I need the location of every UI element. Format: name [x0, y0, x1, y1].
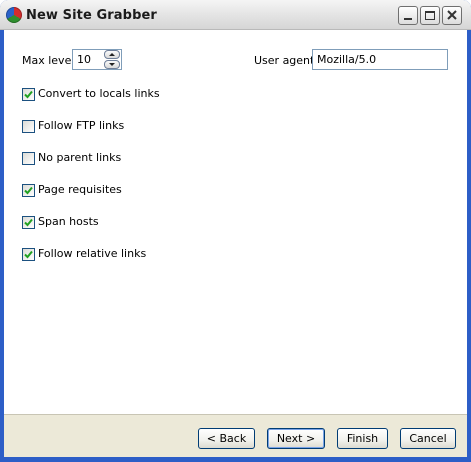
check-mark-icon: [24, 250, 33, 259]
option-label: Span hosts: [38, 215, 99, 228]
option-label: Convert to locals links: [38, 87, 160, 100]
title-bar[interactable]: New Site Grabber: [0, 0, 471, 30]
check-mark-icon: [24, 90, 33, 99]
check-mark-icon: [24, 218, 33, 227]
button-bar: < Back Next > Finish Cancel: [4, 414, 467, 457]
checkbox[interactable]: [22, 120, 35, 133]
option-label: Follow FTP links: [38, 119, 125, 132]
checkbox[interactable]: [22, 248, 35, 261]
max-level-spinner[interactable]: [104, 50, 121, 69]
checkbox[interactable]: [22, 88, 35, 101]
cancel-button[interactable]: Cancel: [400, 428, 456, 449]
checkbox[interactable]: [22, 184, 35, 197]
minimize-button[interactable]: [398, 6, 418, 25]
spinner-down-button[interactable]: [104, 60, 120, 69]
user-agent-label: User agent:: [254, 54, 319, 67]
option-label: Follow relative links: [38, 247, 147, 260]
close-button[interactable]: [442, 6, 462, 25]
spinner-up-button[interactable]: [104, 50, 120, 59]
finish-button[interactable]: Finish: [337, 428, 388, 449]
site-grabber-app-icon: [6, 7, 22, 23]
window-title: New Site Grabber: [26, 8, 157, 23]
next-button[interactable]: Next >: [267, 428, 325, 449]
check-mark-icon: [24, 186, 33, 195]
option-label: No parent links: [38, 151, 122, 164]
option-label: Page requisites: [38, 183, 122, 196]
max-level-label: Max level:: [22, 54, 79, 67]
checkbox[interactable]: [22, 152, 35, 165]
maximize-icon: [425, 11, 435, 20]
arrow-down-icon: [109, 63, 115, 66]
checkbox[interactable]: [22, 216, 35, 229]
close-icon: [447, 10, 457, 20]
back-button[interactable]: < Back: [198, 428, 255, 449]
site-grabber-window: New Site Grabber Max level: User agent:: [0, 0, 471, 462]
minimize-icon: [404, 18, 412, 20]
arrow-up-icon: [109, 53, 115, 56]
maximize-button[interactable]: [420, 6, 440, 25]
dialog-body: Max level: User agent: Convert to locals…: [4, 30, 467, 457]
user-agent-input[interactable]: [312, 49, 448, 70]
